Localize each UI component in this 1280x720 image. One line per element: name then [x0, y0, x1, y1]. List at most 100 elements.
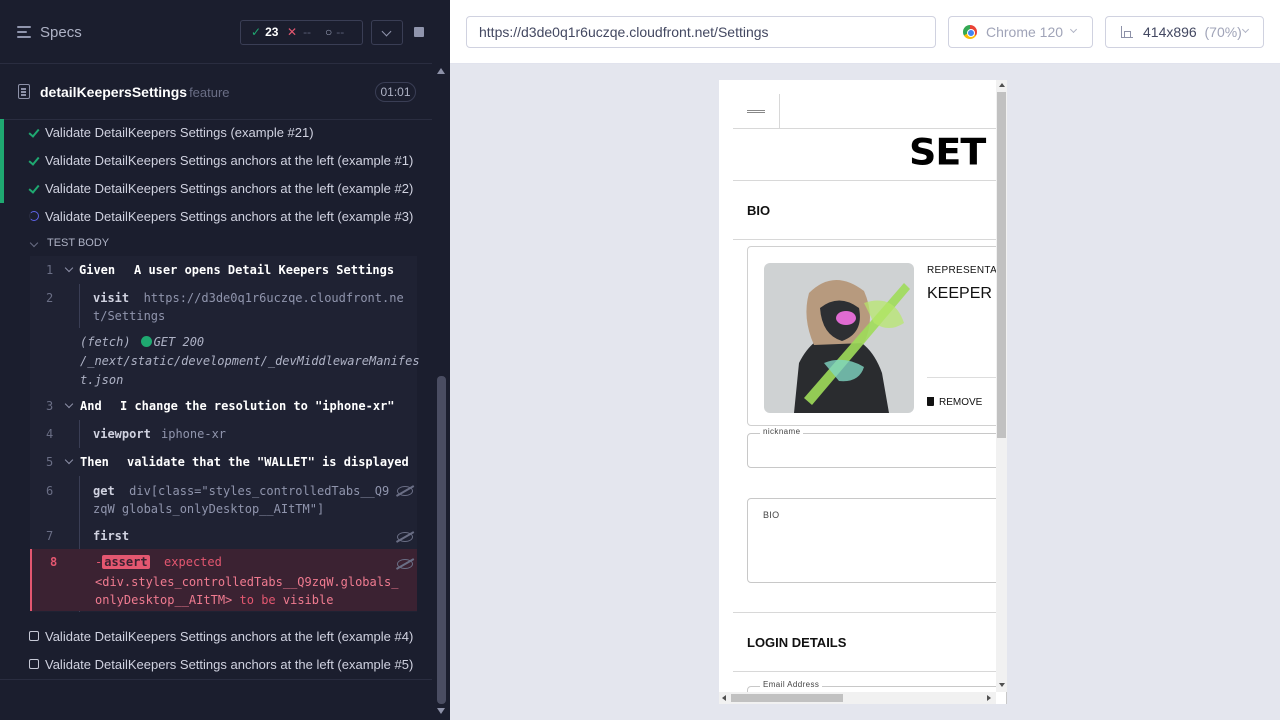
spec-extension: feature: [189, 85, 230, 100]
passed-indicator: [0, 119, 4, 147]
test-title: Validate DetailKeepers Settings anchors …: [45, 153, 414, 168]
test-item[interactable]: Validate DetailKeepers Settings anchors …: [0, 623, 432, 651]
bio-textarea[interactable]: BIO: [747, 498, 1007, 583]
zoom-level: (70%): [1204, 24, 1242, 40]
chevron-down-icon: [1069, 25, 1078, 34]
fetch-log[interactable]: (fetch) GET 200/_next/static/development/…: [80, 333, 420, 390]
test-title: Validate DetailKeepers Settings anchors …: [45, 657, 414, 672]
spec-name: detailKeepersSettings feature: [40, 84, 230, 100]
failed-count: ✕ --: [287, 25, 312, 39]
viewport-icon: [1121, 26, 1133, 38]
test-item[interactable]: Validate DetailKeepers Settings anchors …: [0, 147, 432, 175]
command-visit[interactable]: 2 visit https://d3de0q1r6uczqe.cloudfron…: [30, 284, 417, 330]
stop-button[interactable]: [403, 20, 435, 45]
spinner-icon: [29, 211, 39, 221]
failed-assert-command[interactable]: 8 - assert expected <div.styles_controlle…: [30, 549, 417, 611]
step-keyword: Then: [80, 455, 109, 469]
browser-selector[interactable]: Chrome 120: [948, 16, 1093, 48]
assert-badge: assert: [102, 555, 150, 569]
avatar: [764, 263, 914, 413]
app-preview-panel: https://d3de0q1r6uczqe.cloudfront.net/Se…: [450, 0, 1280, 720]
line-number: 2: [46, 291, 54, 305]
scroll-up-icon[interactable]: [999, 83, 1005, 87]
divider: [733, 239, 996, 240]
line-number: 1: [46, 263, 54, 277]
options-dropdown-button[interactable]: [371, 20, 403, 45]
passed-indicator: [0, 175, 4, 203]
profile-card: REPRESENTATIVE KEEPER REMOVE: [747, 246, 1007, 426]
representative-label: REPRESENTATIVE: [927, 265, 1007, 276]
queued-icon: [29, 631, 39, 641]
collapse-caret-icon[interactable]: [64, 455, 74, 465]
command-and[interactable]: 3 And I change the resolution to "iphone…: [30, 392, 417, 420]
pending-count: ○ --: [325, 25, 345, 39]
divider: [733, 128, 996, 129]
test-item[interactable]: Validate DetailKeepers Settings anchors …: [0, 175, 432, 203]
command-value: iphone-xr: [161, 427, 227, 441]
divider: [927, 377, 1007, 378]
chevron-down-icon: [1241, 25, 1250, 34]
hamburger-menu-icon[interactable]: [747, 110, 765, 113]
command-name: viewport: [93, 427, 151, 441]
specs-list-icon[interactable]: [17, 26, 32, 40]
assert-message: <div.styles_controlledTabs__Q9zqW.global…: [95, 575, 399, 607]
file-icon: [18, 84, 30, 99]
trash-icon: [927, 397, 934, 406]
divider: [0, 679, 432, 680]
line-number: 8: [50, 555, 58, 569]
assert-header: - assert expected: [95, 555, 222, 569]
line-number: 7: [46, 529, 54, 543]
hidden-eye-icon: [397, 532, 413, 542]
test-title: Validate DetailKeepers Settings (example…: [45, 125, 314, 140]
divider: [733, 671, 996, 672]
check-icon: [29, 183, 39, 193]
chrome-icon: [963, 25, 977, 39]
scroll-left-icon[interactable]: [722, 695, 726, 701]
command-get[interactable]: 6 get div[class="styles_controlledTabs__…: [30, 476, 417, 522]
command-first[interactable]: 7 first: [30, 522, 417, 550]
line-number: 5: [46, 455, 54, 469]
test-item-running[interactable]: Validate DetailKeepers Settings anchors …: [0, 203, 432, 231]
nickname-label: nickname: [760, 427, 804, 436]
scrollbar-thumb[interactable]: [997, 92, 1006, 438]
step-keyword: Given: [79, 263, 116, 277]
scroll-down-icon[interactable]: [437, 708, 445, 714]
test-item[interactable]: Validate DetailKeepers Settings (example…: [0, 119, 432, 147]
line-number: 4: [46, 427, 54, 441]
frame-horizontal-scrollbar[interactable]: [719, 692, 996, 704]
scroll-down-icon[interactable]: [999, 683, 1005, 687]
viewport-size: 414x896 (70%): [1143, 24, 1242, 40]
command-log-scrollbar[interactable]: [432, 64, 450, 720]
page-title: SET: [909, 131, 986, 173]
scrollbar-thumb[interactable]: [437, 376, 446, 704]
collapse-caret-icon[interactable]: [64, 399, 74, 409]
frame-vertical-scrollbar[interactable]: [996, 80, 1007, 692]
scrollbar-thumb[interactable]: [731, 694, 843, 702]
email-label: Email Address: [760, 680, 823, 689]
test-title: Validate DetailKeepers Settings anchors …: [45, 181, 414, 196]
bio-placeholder: BIO: [763, 510, 780, 520]
bio-section-heading: BIO: [747, 203, 771, 218]
viewport-selector[interactable]: 414x896 (70%): [1105, 16, 1264, 48]
test-title: Validate DetailKeepers Settings anchors …: [45, 629, 414, 644]
command-viewport[interactable]: 4 viewport iphone-xr: [30, 420, 417, 448]
specs-title[interactable]: Specs: [40, 24, 82, 41]
collapse-caret-icon[interactable]: [64, 263, 74, 273]
test-item[interactable]: Validate DetailKeepers Settings anchors …: [0, 651, 432, 679]
header-divider: [779, 94, 780, 128]
scroll-right-icon[interactable]: [987, 695, 991, 701]
test-body-toggle[interactable]: TEST BODY: [32, 237, 109, 249]
hidden-eye-icon: [397, 486, 413, 496]
url-bar[interactable]: https://d3de0q1r6uczqe.cloudfront.net/Se…: [466, 16, 936, 48]
status-dot-icon: [140, 336, 152, 347]
browser-name: Chrome 120: [986, 24, 1064, 40]
line-number: 6: [46, 484, 54, 498]
get-selector: div[class="styles_controlledTabs__Q9zqW …: [93, 484, 390, 516]
command-given[interactable]: 1 Given A user opens Detail Keepers Sett…: [30, 256, 417, 284]
scroll-up-icon[interactable]: [437, 68, 445, 74]
nickname-field[interactable]: nickname: [747, 427, 1007, 468]
queued-icon: [29, 659, 39, 669]
command-name: first: [93, 529, 130, 543]
remove-button[interactable]: REMOVE: [927, 397, 982, 408]
command-then[interactable]: 5 Then validate that the "WALLET" is dis…: [30, 448, 417, 476]
